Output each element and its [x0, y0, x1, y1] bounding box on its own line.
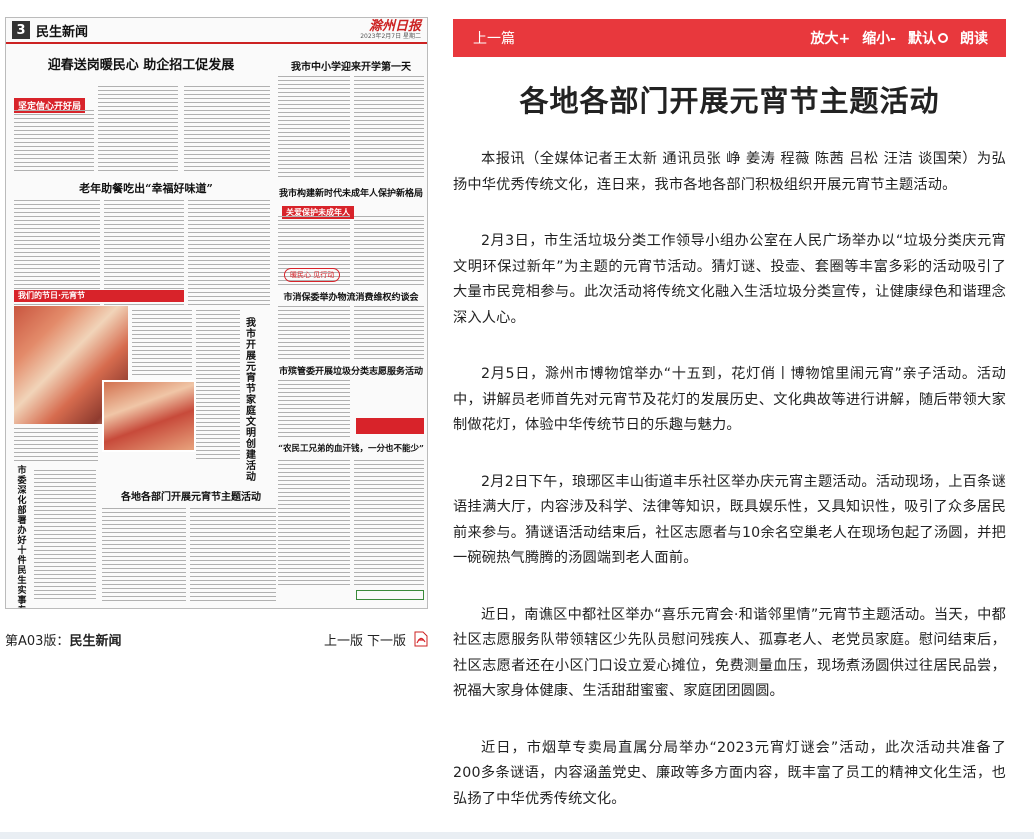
prev-page-link[interactable]: 上一版	[324, 630, 363, 649]
edition-caption: 第A03版：民生新闻 上一版 下一版	[5, 629, 428, 649]
ad-box	[356, 590, 424, 600]
default-size-label: 默认	[908, 31, 936, 47]
text-column	[34, 470, 96, 602]
text-column	[188, 200, 270, 308]
headline-hotspot[interactable]: 我市中小学迎来开学第一天	[278, 58, 424, 73]
page-number: 3	[12, 21, 30, 39]
text-column	[354, 76, 424, 180]
news-photo[interactable]	[102, 380, 196, 452]
pdf-icon[interactable]	[414, 631, 428, 647]
zoom-in-button[interactable]: 放大+	[810, 28, 850, 48]
page-nav: 上一版 下一版	[324, 630, 428, 649]
headline-hotspot[interactable]: “农民工兄弟的血汗钱，一分也不能少”	[278, 442, 424, 454]
article-toolbar: 上一篇 放大+ 缩小- 默认 朗读	[453, 19, 1006, 57]
article-paragraph: 2月5日，滁州市博物馆举办“十五到，花灯俏丨博物馆里闹元宵”亲子活动。活动中，讲…	[453, 366, 1006, 433]
article-paragraph: 近日，南谯区中都社区举办“喜乐元宵会·和谐邻里情”元宵节主题活动。当天，中都社区…	[453, 606, 1006, 700]
edition-name: 民生新闻	[69, 633, 122, 649]
text-column	[14, 428, 98, 462]
paper-date: 2023年2月7日 星期二	[360, 32, 421, 40]
text-column	[278, 460, 350, 588]
headline-hotspot[interactable]: 市殡管委开展垃圾分类志愿服务活动	[278, 364, 424, 377]
promo-strip	[356, 418, 424, 434]
horizontal-scrollbar[interactable]	[0, 832, 1034, 839]
text-column	[354, 460, 424, 588]
radio-dot-icon	[938, 33, 948, 43]
headline-hotspot[interactable]: 老年助餐吃出“幸福好味道”	[46, 180, 246, 196]
text-column	[102, 508, 186, 602]
paper-header: 3 民生新闻 滁州日报 2023年2月7日 星期二	[6, 18, 427, 44]
vertical-headline[interactable]: 市委深化部署办好十件民生实事专项行动	[16, 466, 28, 608]
default-size-button[interactable]: 默认	[908, 28, 948, 48]
prev-article-link[interactable]: 上一篇	[473, 28, 515, 48]
newspaper-page-thumbnail[interactable]: 3 民生新闻 滁州日报 2023年2月7日 星期二 迎春送岗暖民心 助企招工促发…	[5, 17, 428, 609]
paper-brand: 滁州日报	[368, 18, 421, 34]
next-page-link[interactable]: 下一版	[367, 630, 406, 649]
masthead: 滁州日报 2023年2月7日 星期二	[360, 20, 421, 41]
section-name: 民生新闻	[36, 24, 89, 40]
read-aloud-button[interactable]: 朗读	[960, 28, 988, 48]
text-column	[98, 86, 178, 172]
text-column	[278, 380, 350, 438]
headline-hotspot[interactable]: 我市构建新时代未成年人保护新格局	[278, 186, 424, 199]
text-column	[132, 310, 192, 376]
text-column	[354, 216, 424, 286]
campaign-badge: 暖民心 见行动	[284, 262, 341, 282]
article-paragraph: 近日，市烟草专卖局直属分局举办“2023元宵灯谜会”活动，此次活动共准备了200…	[453, 739, 1006, 807]
text-column	[14, 110, 94, 172]
article-paragraph: 2月3日，市生活垃圾分类工作领导小组办公室在人民广场举办以“垃圾分类庆元宵 文明…	[453, 233, 1006, 326]
text-column	[190, 508, 276, 602]
headline-hotspot[interactable]: 市消保委举办物流消费维权约谈会	[278, 290, 424, 303]
text-column	[184, 86, 270, 172]
article-paragraph: 本报讯（全媒体记者王太新 通讯员张 峥 姜涛 程薇 陈茜 吕松 汪洁 谈国荣）为…	[453, 151, 1006, 193]
text-column	[196, 310, 240, 460]
headline-hotspot[interactable]: 迎春送岗暖民心 助企招工促发展	[26, 54, 256, 73]
vertical-headline[interactable]: 我市开展元宵节家庭文明创建活动	[244, 318, 258, 483]
edition-label: 第A03版：民生新闻	[5, 633, 122, 649]
reading-tools: 放大+ 缩小- 默认 朗读	[810, 28, 988, 48]
article-paragraph: 2月2日下午，琅琊区丰山街道丰乐社区举办庆元宵主题活动。活动现场，上百条谜语挂满…	[453, 473, 1006, 567]
text-column	[278, 76, 350, 180]
page-root: 3 民生新闻 滁州日报 2023年2月7日 星期二 迎春送岗暖民心 助企招工促发…	[0, 0, 1034, 839]
zoom-out-button[interactable]: 缩小-	[862, 28, 896, 48]
article-body: 本报讯（全媒体记者王太新 通讯员张 峥 姜涛 程薇 陈茜 吕松 汪洁 谈国荣）为…	[453, 147, 1006, 839]
text-column	[354, 306, 424, 362]
article-title: 各地各部门开展元宵节主题活动	[519, 84, 940, 118]
photo-banner: 我们的节日·元宵节	[14, 290, 184, 302]
headline-hotspot[interactable]: 各地各部门开展元宵节主题活动	[106, 488, 276, 503]
text-column	[278, 306, 350, 362]
